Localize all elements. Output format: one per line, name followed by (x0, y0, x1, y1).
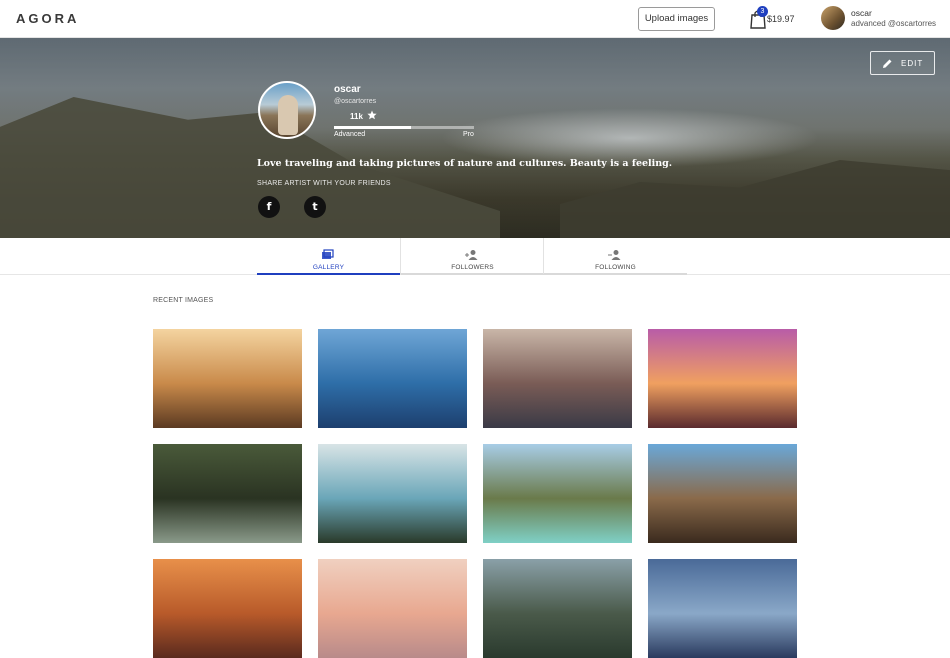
profile-avatar-figure (278, 95, 298, 135)
star-icon (367, 110, 377, 120)
profile-avatar (258, 81, 316, 139)
agora-logo[interactable]: AGORA (16, 11, 79, 26)
facebook-icon[interactable]: f (258, 196, 280, 218)
gallery-image-buffalo-sunset[interactable] (153, 329, 302, 428)
profile-tabs: GALLERY FOLLOWERS FOLLOWING (0, 238, 950, 275)
profile-hero-banner (0, 38, 950, 238)
tab-followers[interactable]: FOLLOWERS (401, 238, 544, 275)
following-icon (608, 250, 621, 260)
top-navigation: AGORA Upload images 3 $19.97 oscar advan… (0, 0, 950, 38)
tab-following-underline (544, 273, 687, 275)
recent-images-title: RECENT IMAGES (153, 297, 214, 304)
followers-icon (465, 250, 478, 260)
tab-following[interactable]: FOLLOWING (544, 238, 687, 275)
gallery-image-turquoise-lagoon[interactable] (483, 444, 632, 543)
edit-label: EDIT (901, 59, 924, 68)
share-label: SHARE ARTIST WITH YOUR FRIENDS (257, 180, 391, 187)
profile-handle: @oscartorres (334, 98, 377, 105)
twitter-icon[interactable]: t (304, 196, 326, 218)
gallery-image-cloudy-sky[interactable] (648, 559, 797, 658)
edit-profile-button[interactable]: EDIT (870, 51, 935, 75)
gallery-icon (322, 249, 334, 259)
gallery-image-cliff-waterfall[interactable] (648, 444, 797, 543)
level-progress-fill (334, 126, 411, 129)
gallery-image-tree-over-sea[interactable] (318, 444, 467, 543)
pencil-icon (883, 59, 892, 68)
tab-followers-underline (401, 273, 544, 275)
gallery-image-graffiti-street[interactable] (483, 329, 632, 428)
level-current: Advanced (334, 131, 366, 138)
gallery-image-beach-sunset[interactable] (648, 329, 797, 428)
gallery-image-forest-waterfall[interactable] (153, 444, 302, 543)
tab-followers-label: FOLLOWERS (451, 264, 494, 271)
gallery-image-pastel-sky[interactable] (318, 559, 467, 658)
gallery-image-ocean-water[interactable] (318, 329, 467, 428)
gallery-image-river-forest[interactable] (483, 559, 632, 658)
cart-total: $19.97 (767, 14, 795, 24)
tab-gallery-label: GALLERY (312, 264, 345, 271)
avatar[interactable] (821, 6, 845, 30)
level-progress-bar (334, 126, 474, 129)
tab-following-label: FOLLOWING (595, 264, 636, 271)
nav-user-subtitle: advanced @oscartorres (851, 19, 937, 28)
profile-rating: 11k (350, 112, 363, 121)
upload-images-button[interactable]: Upload images (638, 7, 715, 31)
profile-bio: Love traveling and taking pictures of na… (257, 158, 673, 169)
gallery-image-orange-sky[interactable] (153, 559, 302, 658)
nav-user-name[interactable]: oscar (851, 8, 872, 18)
tab-gallery-underline (257, 273, 400, 275)
tab-gallery[interactable]: GALLERY (257, 238, 400, 275)
level-next: Pro (463, 131, 474, 138)
profile-name: oscar (334, 84, 361, 95)
